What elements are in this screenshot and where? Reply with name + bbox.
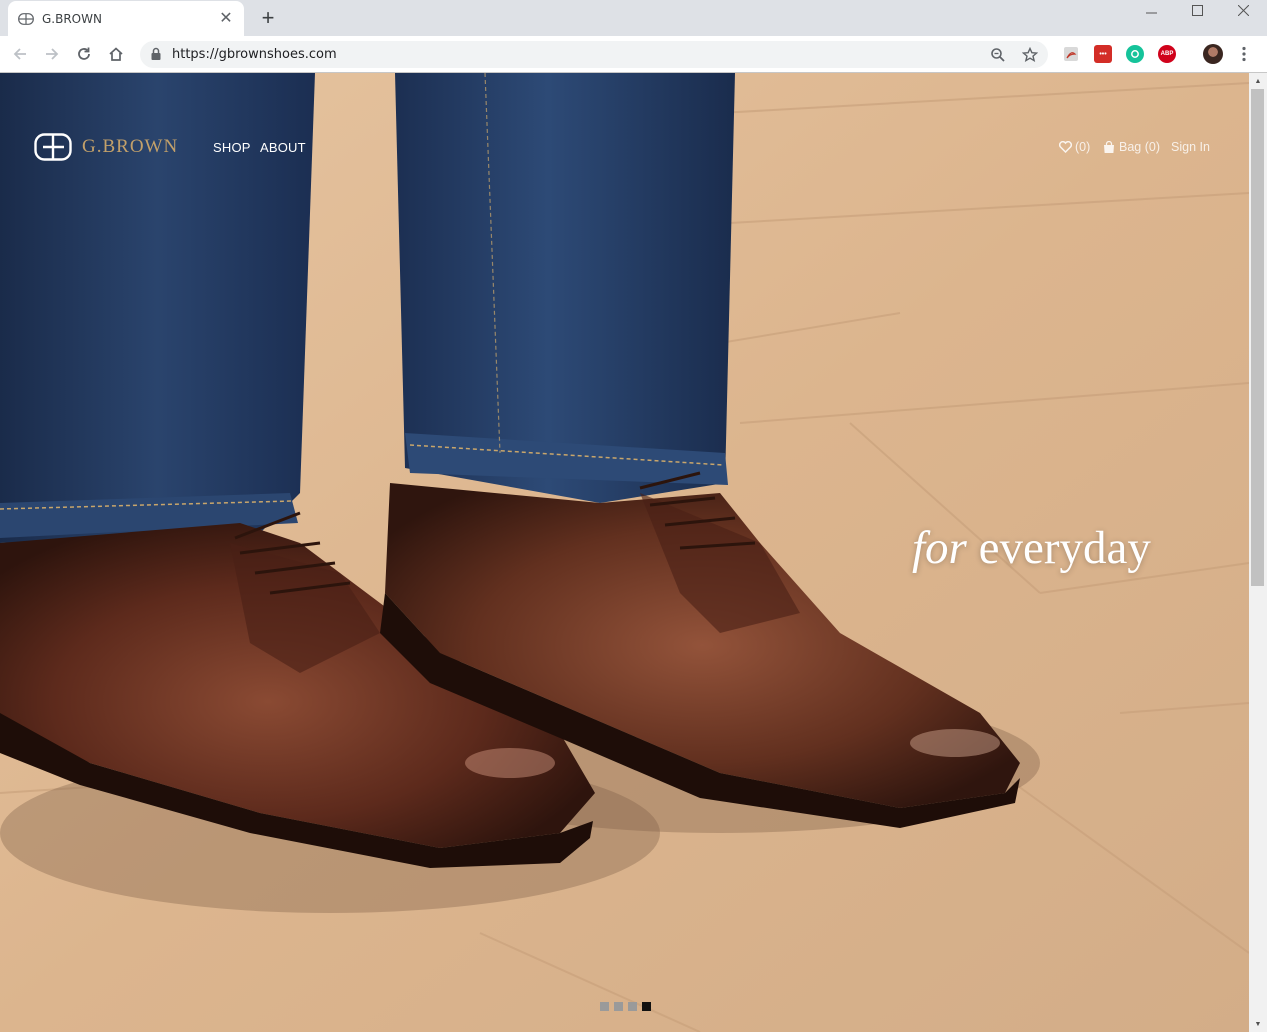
maximize-window-icon[interactable] xyxy=(1174,0,1220,20)
bookmark-star-icon[interactable] xyxy=(1021,46,1039,64)
sign-in-link[interactable]: Sign In xyxy=(1171,140,1210,154)
lastpass-icon[interactable]: ••• xyxy=(1094,45,1112,63)
logo-wordmark: G.BROWN xyxy=(82,136,179,157)
gbrown-favicon-icon xyxy=(18,11,34,27)
site-header: G.BROWN SHOP ABOUT (0) Bag (0) Sign In xyxy=(0,73,1249,223)
scroll-down-arrow-icon[interactable]: ▼ xyxy=(1253,1019,1263,1029)
forward-arrow-icon[interactable] xyxy=(42,44,62,64)
slider-dot[interactable] xyxy=(600,1002,609,1011)
back-arrow-icon[interactable] xyxy=(10,44,30,64)
wishlist-count: (0) xyxy=(1075,140,1091,154)
close-window-icon[interactable] xyxy=(1220,0,1266,20)
tagline-rest: everyday xyxy=(966,522,1151,574)
slider-dot[interactable] xyxy=(628,1002,637,1011)
home-icon[interactable] xyxy=(106,44,126,64)
shopping-bag-icon xyxy=(1104,140,1114,153)
zoom-icon[interactable] xyxy=(989,46,1007,64)
lock-icon[interactable] xyxy=(150,47,162,61)
bag-label: Bag (0) xyxy=(1119,140,1160,154)
profile-avatar[interactable] xyxy=(1203,44,1223,64)
wishlist-link[interactable]: (0) xyxy=(1059,140,1090,154)
adblock-plus-icon[interactable]: ABP xyxy=(1158,45,1176,63)
browser-toolbar: https://gbrownshoes.com ••• ABP xyxy=(0,36,1267,73)
browser-tab[interactable]: G.BROWN ✕ xyxy=(8,1,244,36)
reload-icon[interactable] xyxy=(74,44,94,64)
minimize-window-icon[interactable] xyxy=(1128,0,1174,20)
scrollbar-thumb[interactable] xyxy=(1251,89,1264,586)
slider-pagination xyxy=(600,1002,651,1011)
browser-tabstrip: G.BROWN ✕ + xyxy=(0,0,1267,36)
tab-title: G.BROWN xyxy=(42,11,102,26)
gbrown-logo-mark-icon xyxy=(34,133,72,161)
nav-about-link[interactable]: ABOUT xyxy=(260,140,306,155)
hero-tagline: for everyday xyxy=(912,521,1151,575)
bag-link[interactable]: Bag (0) xyxy=(1103,140,1160,154)
nav-shop-link[interactable]: SHOP xyxy=(213,140,251,155)
new-tab-plus-icon[interactable]: + xyxy=(258,7,278,29)
acrobat-icon[interactable] xyxy=(1062,45,1080,63)
heart-icon xyxy=(1059,141,1072,153)
address-bar[interactable]: https://gbrownshoes.com xyxy=(140,41,1048,68)
page-viewport: G.BROWN SHOP ABOUT (0) Bag (0) Sign In f… xyxy=(0,73,1249,1032)
scroll-up-arrow-icon[interactable]: ▲ xyxy=(1253,76,1263,86)
menu-kebab-icon[interactable] xyxy=(1234,44,1254,64)
tagline-italic: for xyxy=(912,522,967,574)
page-scrollbar[interactable]: ▲ ▼ xyxy=(1249,73,1267,1032)
site-logo[interactable]: G.BROWN xyxy=(34,133,178,161)
slider-dot-active[interactable] xyxy=(642,1002,651,1011)
close-tab-icon[interactable]: ✕ xyxy=(218,10,234,27)
slider-dot[interactable] xyxy=(614,1002,623,1011)
grammarly-icon[interactable] xyxy=(1126,45,1144,63)
url-text[interactable]: https://gbrownshoes.com xyxy=(172,47,337,62)
